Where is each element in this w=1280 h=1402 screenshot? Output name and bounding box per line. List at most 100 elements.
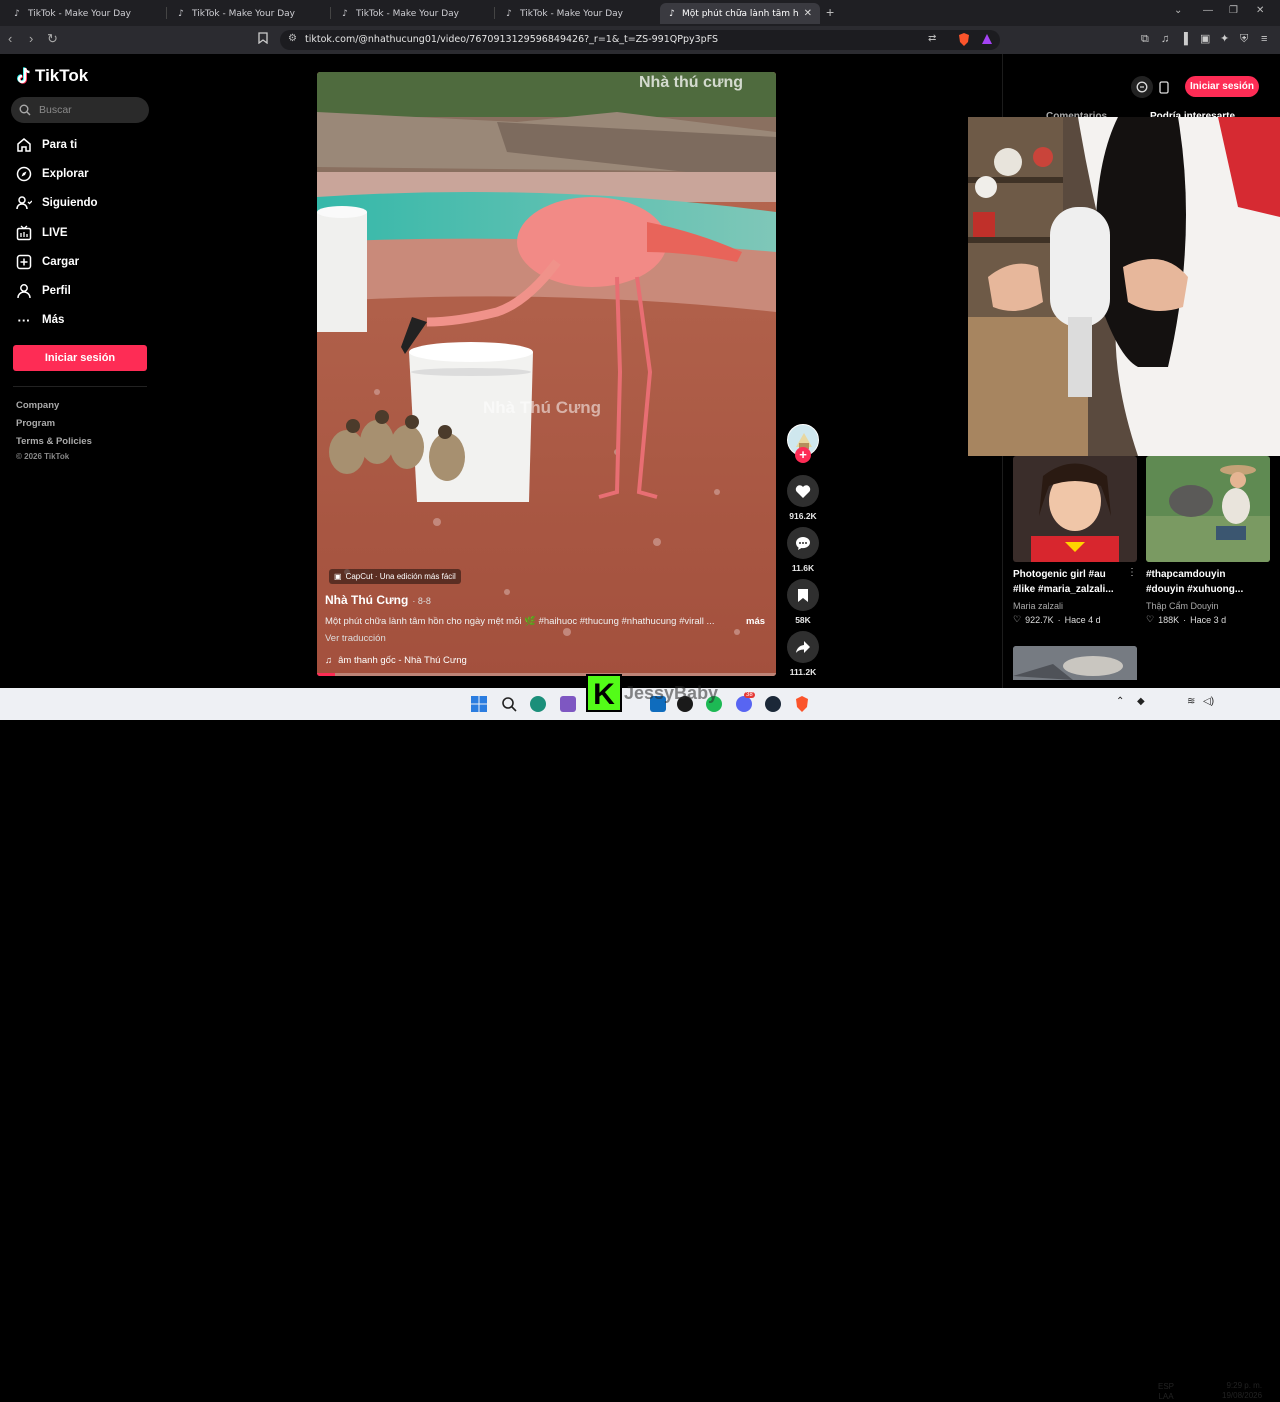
sidebar-item-perfil[interactable]: Perfil: [16, 283, 71, 299]
stats-separator: ·: [1057, 614, 1061, 625]
browser-tab-3[interactable]: ♪ TikTok - Make Your Day: [332, 3, 492, 24]
tiktok-logo[interactable]: TikTok: [16, 66, 88, 86]
like-count: 922.7K: [1025, 614, 1054, 625]
browser-tab-4[interactable]: ♪ TikTok - Make Your Day: [496, 3, 656, 24]
brave-icon[interactable]: [794, 696, 810, 712]
more-options-icon[interactable]: ⋮: [1127, 567, 1137, 578]
extensions-icon[interactable]: ⧉: [1141, 33, 1149, 45]
sidebar-item-mas[interactable]: ··· Más: [16, 312, 65, 328]
vpn-icon[interactable]: ⛨: [1240, 33, 1248, 45]
clock-time: 9:29 p. m.: [1226, 1381, 1263, 1390]
video-watermark-center: Nhà Thú Cưng: [483, 398, 602, 417]
sidebar-toggle-icon[interactable]: ▐: [1180, 33, 1188, 45]
back-icon[interactable]: ‹: [8, 32, 12, 46]
site-info-icon[interactable]: ⚙: [288, 33, 297, 44]
taskbar-search-icon[interactable]: [501, 696, 517, 712]
copyright: © 2026 TikTok: [16, 452, 70, 461]
wifi-icon[interactable]: ≋: [1187, 696, 1195, 707]
following-icon: [16, 195, 32, 211]
discord-icon[interactable]: [736, 696, 752, 712]
tab-search-icon[interactable]: ⌄: [1174, 5, 1182, 16]
recommended-video-title[interactable]: #thapcamdouyin #douyin #xuhuong...: [1146, 568, 1260, 597]
recommended-video-author[interactable]: Thập Cẩm Douyin: [1146, 601, 1219, 611]
minimize-icon[interactable]: —: [1203, 5, 1213, 16]
sidebar-item-para-ti[interactable]: Para ti: [16, 137, 77, 153]
menu-icon[interactable]: ≡: [1261, 33, 1267, 45]
video-player[interactable]: Nhà thú cưng Nhà Thú Cưng ▣ CapCut · Una…: [317, 72, 776, 676]
store-icon[interactable]: [560, 696, 576, 712]
footer-link-program[interactable]: Program: [16, 418, 55, 429]
tray-app-icon[interactable]: ◆: [1137, 696, 1145, 707]
url-field[interactable]: ⚙ tiktok.com/@nhathucung01/video/7670913…: [280, 30, 1000, 50]
heart-outline-icon: ♡: [1146, 614, 1155, 624]
tab-title: TikTok - Make Your Day: [520, 8, 624, 19]
windows-start-icon[interactable]: [471, 696, 487, 712]
kick-logo: K: [586, 674, 622, 712]
media-icon[interactable]: ♫: [1161, 33, 1169, 45]
system-clock[interactable]: 9:29 p. m. 19/08/2026: [1222, 1381, 1262, 1401]
sidebar-item-siguiendo[interactable]: Siguiendo: [16, 195, 98, 211]
device-icon[interactable]: [1153, 76, 1175, 98]
follow-plus-button[interactable]: +: [795, 447, 811, 463]
leo-ai-icon[interactable]: ✦: [1220, 33, 1229, 45]
edge-icon[interactable]: [530, 696, 546, 712]
volume-icon[interactable]: ◁): [1203, 696, 1214, 707]
new-tab-button[interactable]: +: [826, 4, 834, 20]
comment-button[interactable]: [787, 527, 819, 559]
share-button[interactable]: [787, 631, 819, 663]
capcut-label: CapCut · Una edición más fácil: [345, 572, 456, 581]
recommended-video-thumbnail[interactable]: [1013, 456, 1137, 562]
post-age: Hace 3 d: [1190, 614, 1227, 625]
forward-icon[interactable]: ›: [29, 32, 33, 46]
login-button[interactable]: Iniciar sesión: [13, 345, 147, 371]
header-login-button[interactable]: Iniciar sesión: [1185, 76, 1259, 97]
sidebar-item-live[interactable]: LIVE: [16, 225, 68, 241]
tiktok-favicon-icon: ♪: [178, 8, 184, 19]
input-language[interactable]: ESP LAA: [1158, 1382, 1174, 1402]
brave-shield-icon[interactable]: [958, 33, 970, 49]
recommended-video-author[interactable]: Maria zalzali: [1013, 601, 1063, 611]
browser-tab-1[interactable]: ♪ TikTok - Make Your Day: [4, 3, 164, 24]
recommended-video-thumbnail[interactable]: [1146, 456, 1270, 562]
video-age: · 8-8: [412, 596, 431, 606]
sidebar-item-label: Más: [42, 314, 65, 326]
progress-fill: [317, 673, 336, 676]
steam-icon[interactable]: [765, 696, 781, 712]
sidebar-item-cargar[interactable]: Cargar: [16, 254, 79, 270]
recommended-video-stats: ♡ 188K · Hace 3 d: [1146, 614, 1226, 625]
translate-icon[interactable]: ⇄: [928, 33, 936, 44]
browser-tab-2[interactable]: ♪ TikTok - Make Your Day: [168, 3, 328, 24]
tiktok-favicon-icon: ♪: [506, 8, 512, 19]
progress-track[interactable]: [317, 673, 776, 676]
tab-separator: [494, 7, 495, 19]
recommended-video-title[interactable]: Photogenic girl #au #like #maria_zalzali…: [1013, 568, 1127, 597]
description-more-link[interactable]: más: [746, 616, 765, 627]
tray-chevron-icon[interactable]: ⌃: [1116, 696, 1124, 707]
wallet-icon[interactable]: ▣: [1200, 33, 1210, 45]
recommended-video-thumbnail[interactable]: [1013, 646, 1137, 680]
coin-icon[interactable]: [1131, 76, 1153, 98]
heart-outline-icon: ♡: [1013, 614, 1022, 624]
close-tab-icon[interactable]: ✕: [804, 8, 812, 19]
close-window-icon[interactable]: ✕: [1256, 5, 1264, 16]
bookmark-icon[interactable]: [258, 32, 268, 47]
sidebar-item-label: Siguiendo: [42, 197, 98, 209]
like-button[interactable]: [787, 475, 819, 507]
sidebar-item-explorar[interactable]: Explorar: [16, 166, 89, 182]
music-link[interactable]: ♫ âm thanh gốc - Nhà Thú Cưng: [325, 655, 467, 666]
video-author[interactable]: Nhà Thú Cưng · 8-8: [325, 593, 431, 607]
reload-icon[interactable]: ↻: [47, 32, 58, 46]
brave-rewards-icon[interactable]: [981, 33, 993, 48]
logo-text: TikTok: [35, 66, 89, 85]
browser-tab-active[interactable]: ♪ Một phút chữa lành tâm hồn với ✕: [660, 3, 820, 24]
url-text: tiktok.com/@nhathucung01/video/767091312…: [305, 34, 719, 45]
save-button[interactable]: [787, 579, 819, 611]
footer-link-terms[interactable]: Terms & Policies: [16, 436, 92, 447]
search-input[interactable]: Buscar: [11, 97, 149, 123]
footer-link-company[interactable]: Company: [16, 400, 59, 411]
video-description: Một phút chữa lành tâm hồn cho ngày mệt …: [325, 616, 715, 627]
sidebar-divider: [13, 386, 147, 387]
translate-link[interactable]: Ver traducción: [325, 633, 386, 644]
restore-icon[interactable]: ❐: [1229, 5, 1238, 16]
capcut-badge[interactable]: ▣ CapCut · Una edición más fácil: [329, 569, 461, 584]
